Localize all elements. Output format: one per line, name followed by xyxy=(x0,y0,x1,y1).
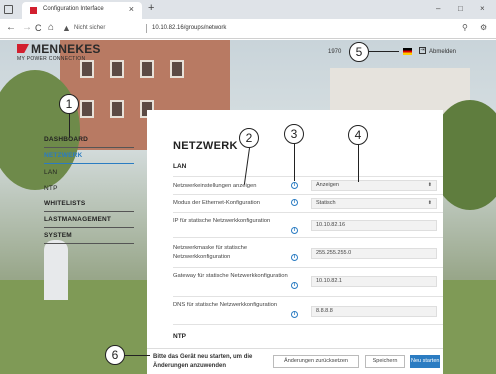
mennekes-logo-icon[interactable] xyxy=(17,44,29,53)
forward-icon[interactable]: → xyxy=(22,22,32,33)
reset-changes-button[interactable]: Änderungen zurücksetzen xyxy=(273,355,359,368)
row-label: Netzwerkmaske für statische Netzwerkkonf… xyxy=(173,245,248,260)
row-divider xyxy=(173,194,443,195)
minimize-icon[interactable]: – xyxy=(436,4,440,13)
info-icon[interactable]: i xyxy=(291,199,298,206)
row-divider xyxy=(173,237,443,238)
row-divider xyxy=(173,176,443,177)
row-divider xyxy=(173,324,443,325)
dns-input[interactable]: 8.8.8.8 xyxy=(311,306,437,317)
device-serial: 1970 xyxy=(328,49,342,55)
sidebar-item-ntp[interactable]: NTP xyxy=(44,185,134,192)
sidebar-item-dashboard[interactable]: DASHBOARD xyxy=(44,136,134,143)
show-network-settings-select[interactable]: Anzeigen ⬍ xyxy=(311,180,437,191)
sidebar-divider xyxy=(44,243,134,244)
warning-icon[interactable]: ▲ xyxy=(62,23,71,33)
row-label: Modus der Ethernet-Konfiguration xyxy=(173,200,261,206)
reload-icon[interactable]: C xyxy=(35,23,42,33)
row-divider xyxy=(173,296,443,297)
callout-leader xyxy=(358,144,359,182)
page-title: NETZWERK xyxy=(173,140,238,152)
tab-title: Configuration Interface xyxy=(43,6,104,12)
static-ip-input[interactable]: 10.10.82.16 xyxy=(311,220,437,231)
logout-link[interactable]: Abmelden xyxy=(429,49,456,55)
callout-leader xyxy=(369,51,399,52)
callout-leader xyxy=(69,113,70,138)
select-value: Anzeigen xyxy=(316,182,339,188)
restart-notice: Bitte das Gerät neu starten, um die Ände… xyxy=(153,354,253,369)
info-icon[interactable]: i xyxy=(291,182,298,189)
maximize-icon[interactable]: □ xyxy=(458,4,463,13)
section-heading-ntp: NTP xyxy=(173,333,186,340)
sidebar-item-system[interactable]: SYSTEM xyxy=(44,232,134,239)
sidebar-divider xyxy=(44,163,134,164)
callout-leader xyxy=(294,143,295,181)
sidebar-divider xyxy=(44,227,134,228)
save-button[interactable]: Speichern xyxy=(365,355,405,368)
sidebar-item-lastmanagement[interactable]: LASTMANAGEMENT xyxy=(44,216,134,223)
logo-tagline: MY POWER CONNECTION xyxy=(17,56,86,62)
info-icon[interactable]: i xyxy=(291,311,298,318)
row-divider xyxy=(173,267,443,268)
row-divider xyxy=(173,212,443,213)
window-menu-icon[interactable] xyxy=(4,5,13,14)
select-caret-icon: ⬍ xyxy=(427,200,432,206)
row-label: Gateway für statische Netzwerkkonfigurat… xyxy=(173,273,288,279)
row-label: IP für statische Netzwerkkonfiguration xyxy=(173,218,271,224)
search-icon[interactable]: ⚲ xyxy=(462,23,468,32)
restart-button[interactable]: Neu starten xyxy=(410,355,440,368)
web-page: MENNEKES MY POWER CONNECTION 1970 ⇥ Abme… xyxy=(0,40,496,374)
info-icon[interactable]: i xyxy=(291,254,298,261)
back-icon[interactable]: ← xyxy=(6,22,16,33)
browser-tab[interactable]: Configuration Interface × xyxy=(22,2,142,19)
info-icon[interactable]: i xyxy=(291,227,298,234)
row-label: DNS für statische Netzwerkkonfiguration xyxy=(173,302,278,308)
gateway-input[interactable]: 10.10.82.1 xyxy=(311,276,437,287)
select-caret-icon: ⬍ xyxy=(427,182,432,188)
row-label: Netzwerkeinstellungen anzeigen xyxy=(173,183,257,189)
background-window xyxy=(110,100,124,118)
select-value: Statisch xyxy=(316,200,336,206)
close-window-icon[interactable]: × xyxy=(480,4,485,13)
address-separator xyxy=(146,24,147,33)
insecure-label[interactable]: Nicht sicher xyxy=(74,25,105,31)
tab-close-icon[interactable]: × xyxy=(129,4,134,14)
sidebar-item-whitelists[interactable]: WHITELISTS xyxy=(44,200,134,207)
callout-3: 3 xyxy=(284,124,304,144)
info-icon[interactable]: i xyxy=(291,282,298,289)
callout-6: 6 xyxy=(105,345,125,365)
sidebar-item-netzwerk[interactable]: NETZWERK xyxy=(44,152,134,159)
sidebar-divider xyxy=(44,211,134,212)
callout-5: 5 xyxy=(349,42,369,62)
action-bar: Bitte das Gerät neu starten, um die Ände… xyxy=(147,348,443,374)
callout-4: 4 xyxy=(348,125,368,145)
favicon-icon xyxy=(30,7,37,14)
logo-text[interactable]: MENNEKES xyxy=(31,42,101,56)
ethernet-mode-select[interactable]: Statisch ⬍ xyxy=(311,198,437,209)
extensions-icon[interactable]: ⚙ xyxy=(480,23,487,32)
callout-leader xyxy=(124,355,150,356)
charging-station-image xyxy=(44,240,68,300)
background-window xyxy=(80,100,94,118)
logout-icon[interactable]: ⇥ xyxy=(419,47,426,54)
sidebar-item-lan[interactable]: LAN xyxy=(44,169,134,176)
home-icon[interactable]: ⌂ xyxy=(48,22,54,33)
new-tab-button[interactable]: + xyxy=(148,2,154,14)
url-input[interactable]: 10.10.82.16/groups/network xyxy=(152,25,226,31)
browser-address-bar: ← → C ⌂ ▲ Nicht sicher 10.10.82.16/group… xyxy=(0,19,496,39)
section-heading-lan: LAN xyxy=(173,163,187,170)
browser-tab-bar: Configuration Interface × + – □ × xyxy=(0,0,496,19)
sidebar-divider xyxy=(44,147,134,148)
page-header: MENNEKES MY POWER CONNECTION 1970 ⇥ Abme… xyxy=(0,40,496,70)
settings-panel: NETZWERK LAN Netzwerkeinstellungen anzei… xyxy=(147,110,443,374)
language-flag-icon[interactable] xyxy=(403,48,412,55)
callout-1: 1 xyxy=(59,94,79,114)
netmask-input[interactable]: 255.255.255.0 xyxy=(311,248,437,259)
callout-2: 2 xyxy=(239,128,259,148)
